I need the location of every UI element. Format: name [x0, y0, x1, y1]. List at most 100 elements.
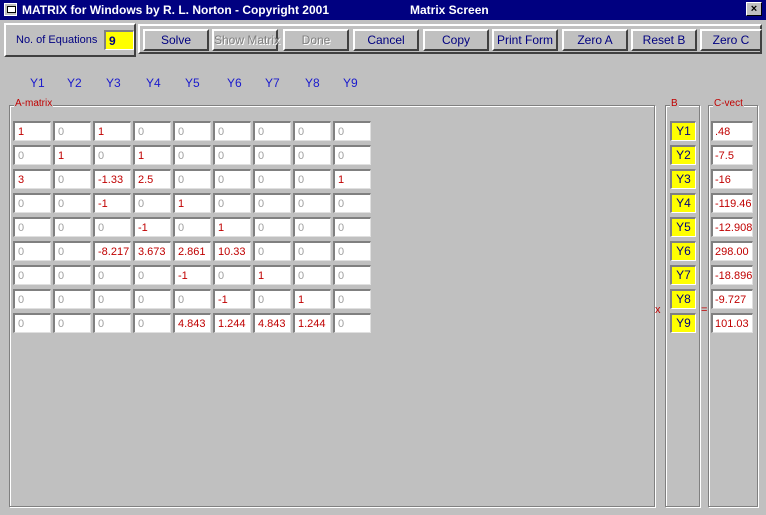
c-vector-cell[interactable]: 101.03 [711, 313, 753, 333]
a-matrix-cell[interactable]: 0 [333, 217, 371, 237]
a-matrix-cell[interactable]: 1 [333, 169, 371, 189]
equations-count-input[interactable]: 9 [104, 30, 134, 50]
system-menu-icon[interactable] [4, 3, 17, 16]
a-matrix-cell[interactable]: 0 [13, 265, 51, 285]
a-matrix-cell[interactable]: 0 [53, 289, 91, 309]
a-matrix-cell[interactable]: 0 [293, 169, 331, 189]
a-matrix-cell[interactable]: 1 [253, 265, 291, 285]
a-matrix-cell[interactable]: 0 [173, 169, 211, 189]
print-form-button[interactable]: Print Form [492, 29, 558, 51]
solve-button[interactable]: Solve [143, 29, 209, 51]
a-matrix-cell[interactable]: 0 [133, 289, 171, 309]
c-vector-cell[interactable]: -7.5 [711, 145, 753, 165]
a-matrix-cell[interactable]: 0 [53, 265, 91, 285]
a-matrix-cell[interactable]: 0 [13, 217, 51, 237]
a-matrix-cell[interactable]: 1 [133, 145, 171, 165]
a-matrix-cell[interactable]: -1 [93, 193, 131, 213]
a-matrix-cell[interactable]: 0 [53, 313, 91, 333]
a-matrix-cell[interactable]: 0 [133, 265, 171, 285]
a-matrix-cell[interactable]: 2.5 [133, 169, 171, 189]
a-matrix-cell[interactable]: 1 [173, 193, 211, 213]
a-matrix-cell[interactable]: 0 [53, 121, 91, 141]
a-matrix-cell[interactable]: 1 [213, 217, 251, 237]
a-matrix-cell[interactable]: 4.843 [173, 313, 211, 333]
a-matrix-cell[interactable]: -1.33 [93, 169, 131, 189]
a-matrix-cell[interactable]: 0 [13, 241, 51, 261]
a-matrix-cell[interactable]: 0 [333, 241, 371, 261]
a-matrix-cell[interactable]: 3 [13, 169, 51, 189]
a-matrix-cell[interactable]: -8.217 [93, 241, 131, 261]
a-matrix-cell[interactable]: 0 [293, 265, 331, 285]
zero-a-button[interactable]: Zero A [562, 29, 628, 51]
a-matrix-cell[interactable]: 1 [53, 145, 91, 165]
close-icon[interactable]: × [746, 2, 762, 16]
c-vector-cell[interactable]: .48 [711, 121, 753, 141]
a-matrix-cell[interactable]: 0 [213, 193, 251, 213]
c-vector-cell[interactable]: -18.896 [711, 265, 753, 285]
a-matrix-cell[interactable]: 1 [93, 121, 131, 141]
a-matrix-cell[interactable]: 0 [13, 145, 51, 165]
cancel-button[interactable]: Cancel [353, 29, 419, 51]
a-matrix-cell[interactable]: 0 [333, 289, 371, 309]
c-vector-cell[interactable]: -16 [711, 169, 753, 189]
a-matrix-cell[interactable]: -1 [173, 265, 211, 285]
a-matrix-cell[interactable]: 0 [333, 265, 371, 285]
a-matrix-cell[interactable]: 0 [293, 241, 331, 261]
c-vector-cell[interactable]: 298.00 [711, 241, 753, 261]
a-matrix-cell[interactable]: 0 [93, 289, 131, 309]
a-matrix-cell[interactable]: 0 [93, 265, 131, 285]
reset-b-button[interactable]: Reset B [631, 29, 697, 51]
a-matrix-cell[interactable]: 0 [213, 121, 251, 141]
a-matrix-cell[interactable]: 0 [253, 217, 291, 237]
a-matrix-cell[interactable]: 0 [53, 217, 91, 237]
c-vector-cell[interactable]: -9.727 [711, 289, 753, 309]
a-matrix-cell[interactable]: 0 [293, 193, 331, 213]
a-matrix-cell[interactable]: 0 [333, 145, 371, 165]
a-matrix-cell[interactable]: 1.244 [213, 313, 251, 333]
a-matrix-cell[interactable]: -1 [213, 289, 251, 309]
a-matrix-cell[interactable]: 0 [213, 169, 251, 189]
c-vector-cell[interactable]: -119.46 [711, 193, 753, 213]
a-matrix-cell[interactable]: 0 [53, 193, 91, 213]
a-matrix-cell[interactable]: 0 [93, 313, 131, 333]
a-matrix-cell[interactable]: 4.843 [253, 313, 291, 333]
a-matrix-cell[interactable]: -1 [133, 217, 171, 237]
a-matrix-cell[interactable]: 1 [293, 289, 331, 309]
a-matrix-cell[interactable]: 0 [93, 145, 131, 165]
done-button[interactable]: Done [283, 29, 349, 51]
a-matrix-cell[interactable]: 0 [253, 121, 291, 141]
c-vector-cell[interactable]: -12.908 [711, 217, 753, 237]
a-matrix-cell[interactable]: 0 [93, 217, 131, 237]
a-matrix-cell[interactable]: 0 [133, 193, 171, 213]
a-matrix-cell[interactable]: 0 [13, 313, 51, 333]
a-matrix-cell[interactable]: 0 [253, 145, 291, 165]
a-matrix-cell[interactable]: 0 [293, 121, 331, 141]
a-matrix-cell[interactable]: 0 [293, 145, 331, 165]
a-matrix-cell[interactable]: 0 [173, 145, 211, 165]
a-matrix-cell[interactable]: 0 [333, 193, 371, 213]
zero-c-button[interactable]: Zero C [700, 29, 762, 51]
a-matrix-cell[interactable]: 0 [53, 169, 91, 189]
a-matrix-cell[interactable]: 0 [173, 121, 211, 141]
a-matrix-cell[interactable]: 0 [253, 289, 291, 309]
a-matrix-cell[interactable]: 0 [13, 193, 51, 213]
a-matrix-cell[interactable]: 0 [53, 241, 91, 261]
a-matrix-cell[interactable]: 0 [253, 241, 291, 261]
a-matrix-cell[interactable]: 3.673 [133, 241, 171, 261]
a-matrix-cell[interactable]: 0 [253, 193, 291, 213]
a-matrix-cell[interactable]: 0 [133, 121, 171, 141]
a-matrix-cell[interactable]: 1.244 [293, 313, 331, 333]
show-matrix-button[interactable]: Show Matrix [212, 29, 280, 51]
a-matrix-cell[interactable]: 0 [213, 145, 251, 165]
a-matrix-cell[interactable]: 0 [293, 217, 331, 237]
a-matrix-cell[interactable]: 0 [173, 289, 211, 309]
a-matrix-cell[interactable]: 2.861 [173, 241, 211, 261]
a-matrix-cell[interactable]: 0 [253, 169, 291, 189]
a-matrix-cell[interactable]: 0 [333, 121, 371, 141]
copy-button[interactable]: Copy [423, 29, 489, 51]
a-matrix-cell[interactable]: 0 [213, 265, 251, 285]
a-matrix-cell[interactable]: 10.33 [213, 241, 251, 261]
a-matrix-cell[interactable]: 0 [173, 217, 211, 237]
a-matrix-cell[interactable]: 0 [133, 313, 171, 333]
a-matrix-cell[interactable]: 1 [13, 121, 51, 141]
